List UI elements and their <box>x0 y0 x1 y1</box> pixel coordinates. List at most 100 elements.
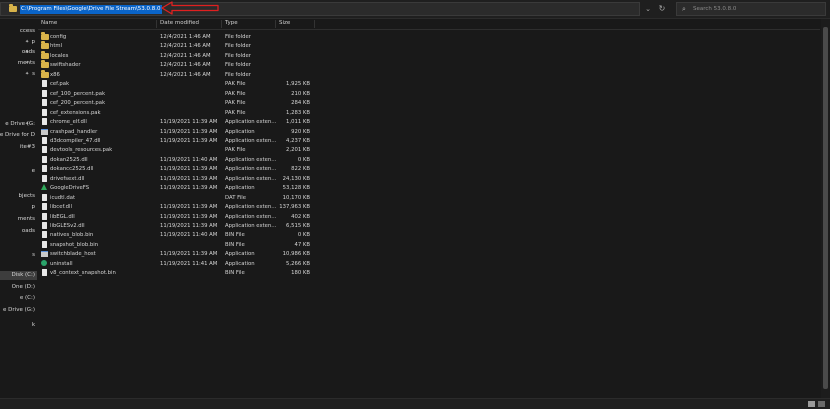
file-row[interactable]: libEGL.dll 11/19/2021 11:39 AM Application… <box>38 212 338 222</box>
address-bar[interactable]: C:\Program Files\Google\Drive File Strea… <box>0 2 640 16</box>
file-date-modified: 12/4/2021 1:46 AM <box>160 62 211 69</box>
file-row[interactable]: config 12/4/2021 1:46 AM File folder <box>38 32 338 42</box>
sidebar-item[interactable]: ite#3 <box>0 143 37 152</box>
large-icons-view-icon[interactable] <box>818 401 825 407</box>
column-header-size[interactable]: Size <box>279 20 290 26</box>
file-row[interactable]: GoogleDriveFS 11/19/2021 11:39 AM Applicat… <box>38 183 338 193</box>
column-divider[interactable] <box>221 20 222 28</box>
file-name: switchblade_host <box>50 251 96 258</box>
column-header-name[interactable]: Name <box>41 20 57 26</box>
sidebar-item[interactable]: bjects <box>0 192 37 201</box>
file-row[interactable]: x86 12/4/2021 1:46 AM File folder <box>38 69 338 80</box>
column-divider[interactable] <box>314 20 315 28</box>
sidebar-item[interactable]: p <box>0 203 37 212</box>
file-row[interactable]: dokancc2525.dll 11/19/2021 11:39 AM Applic… <box>38 164 338 174</box>
sidebar-item-label: e Drive for D <box>0 132 35 138</box>
file-row[interactable]: cef_100_percent.pak PAK File 210 KB <box>38 89 338 99</box>
sidebar-item[interactable]: ments ✦ <box>0 59 37 68</box>
file-type: Application <box>225 260 255 267</box>
column-divider[interactable] <box>156 20 157 28</box>
file-type: PAK File <box>225 100 246 107</box>
file-icon <box>42 269 47 277</box>
file-row[interactable]: cef_200_percent.pak PAK File 284 KB <box>38 98 338 108</box>
file-row[interactable]: v8_context_snapshot.bin BIN File 180 KB <box>38 268 338 278</box>
pin-icon: ✦ <box>25 60 30 66</box>
sidebar-item[interactable]: ments <box>0 215 37 224</box>
file-type: File folder <box>225 43 251 50</box>
file-name: cef_extensions.pak <box>50 109 101 116</box>
column-header-date-modified[interactable]: Date modified <box>160 20 199 26</box>
sidebar-item[interactable]: ccess <box>0 27 37 36</box>
file-row[interactable]: drivefsext.dll 11/19/2021 11:39 AM Applica… <box>38 174 338 184</box>
file-row[interactable]: switchblade_host 11/19/2021 11:39 AM Appli… <box>38 249 338 259</box>
address-history-chevron-icon[interactable]: ⌄ <box>642 3 654 15</box>
file-type: Application exten... <box>225 166 277 173</box>
file-size: 4,237 KB <box>286 137 310 144</box>
file-row[interactable]: libcef.dll 11/19/2021 11:39 AM Application… <box>38 202 338 212</box>
sidebar-item[interactable]: e Drive (G: ✦ <box>0 120 37 129</box>
sidebar-item[interactable]: e (C:) <box>0 294 37 303</box>
file-icon <box>42 165 47 173</box>
file-row[interactable]: chrome_elf.dll 11/19/2021 11:39 AM Applica… <box>38 117 338 127</box>
sidebar-item[interactable]: s ✦ <box>0 70 37 79</box>
file-size: 822 KB <box>291 166 310 173</box>
sidebar-item[interactable]: Disk (C:) <box>0 271 37 280</box>
file-size: 0 KB <box>297 232 310 239</box>
file-name: icudtl.dat <box>50 194 76 201</box>
sidebar-item[interactable]: e <box>0 167 37 176</box>
file-size: 1,925 KB <box>286 81 310 88</box>
file-date-modified: 11/19/2021 11:39 AM <box>160 137 218 144</box>
file-icon <box>42 231 47 239</box>
column-header-type[interactable]: Type <box>225 20 238 26</box>
file-date-modified: 11/19/2021 11:39 AM <box>160 251 218 258</box>
sidebar-item[interactable]: e Drive for D <box>0 131 37 140</box>
file-type: DAT File <box>225 194 246 201</box>
sidebar-item[interactable]: s <box>0 251 37 260</box>
file-name: x86 <box>50 71 60 78</box>
sidebar-item-label: e Drive (G: <box>5 121 35 127</box>
file-row[interactable]: natives_blob.bin 11/19/2021 11:40 AM BIN F… <box>38 230 338 240</box>
sidebar-item[interactable]: oads <box>0 227 37 236</box>
file-row[interactable]: html 12/4/2021 1:46 AM File folder <box>38 41 338 51</box>
sidebar-item[interactable]: One (D:) <box>0 283 37 292</box>
file-date-modified: 12/4/2021 1:46 AM <box>160 34 211 40</box>
file-row[interactable]: cef_extensions.pak PAK File 1,283 KB <box>38 108 338 118</box>
sidebar-item-label: bjects <box>18 193 35 199</box>
search-box[interactable]: ⌕ Search 53.0.8.0 <box>676 2 826 16</box>
file-row[interactable]: icudtl.dat DAT File 10,170 KB <box>38 193 338 203</box>
search-input[interactable]: Search 53.0.8.0 <box>693 6 736 12</box>
file-type: File folder <box>225 34 251 40</box>
refresh-icon[interactable]: ↻ <box>656 3 668 15</box>
file-date-modified: 11/19/2021 11:39 AM <box>160 119 218 126</box>
sidebar-item-label: One (D:) <box>11 284 35 290</box>
file-icon <box>42 174 47 182</box>
file-type: BIN File <box>225 232 245 239</box>
file-row[interactable]: swiftshader 12/4/2021 1:46 AM File folder <box>38 60 338 70</box>
sidebar-item[interactable]: k <box>0 321 37 330</box>
file-row[interactable]: devtools_resources.pak PAK File 2,201 KB <box>38 145 338 155</box>
file-row[interactable]: d3dcompiler_47.dll 11/19/2021 11:39 AM App… <box>38 136 338 146</box>
file-row[interactable]: snapshot_blob.bin BIN File 47 KB <box>38 240 338 250</box>
file-row[interactable]: crashpad_handler 11/19/2021 11:39 AM Appli… <box>38 127 338 137</box>
sidebar-item[interactable]: oads ✦ <box>0 48 37 57</box>
file-row[interactable]: uninstall 11/19/2021 11:41 AM Application 5… <box>38 259 338 269</box>
navigation-pane: ccess p ✦ oads ✦ ments ✦ s ✦ e Drive (G: ✦ e Drive … <box>0 19 37 398</box>
file-type: Application <box>225 185 255 192</box>
file-row[interactable]: libGLESv2.dll 11/19/2021 11:39 AM Applicat… <box>38 221 338 231</box>
file-size: 137,963 KB <box>279 204 310 211</box>
file-type: Application <box>225 251 255 258</box>
file-row[interactable]: dokan2525.dll 11/19/2021 11:40 AM Applicat… <box>38 155 338 165</box>
details-view-icon[interactable] <box>808 401 815 407</box>
address-path[interactable]: C:\Program Files\Google\Drive File Strea… <box>20 5 162 14</box>
file-size: 5,266 KB <box>286 260 310 267</box>
vertical-scrollbar[interactable] <box>821 19 830 398</box>
column-divider[interactable] <box>275 20 276 28</box>
file-row[interactable]: locales 12/4/2021 1:46 AM File folder <box>38 50 338 61</box>
sidebar-item[interactable]: p ✦ <box>0 38 37 47</box>
scrollbar-thumb[interactable] <box>823 27 828 389</box>
sidebar-item[interactable]: e Drive (G:) <box>0 306 37 315</box>
file-row[interactable]: cef.pak PAK File 1,925 KB <box>38 79 338 89</box>
file-explorer-window: C:\Program Files\Google\Drive File Strea… <box>0 0 830 409</box>
file-icon <box>42 212 47 220</box>
file-date-modified: 12/4/2021 1:46 AM <box>160 43 211 50</box>
